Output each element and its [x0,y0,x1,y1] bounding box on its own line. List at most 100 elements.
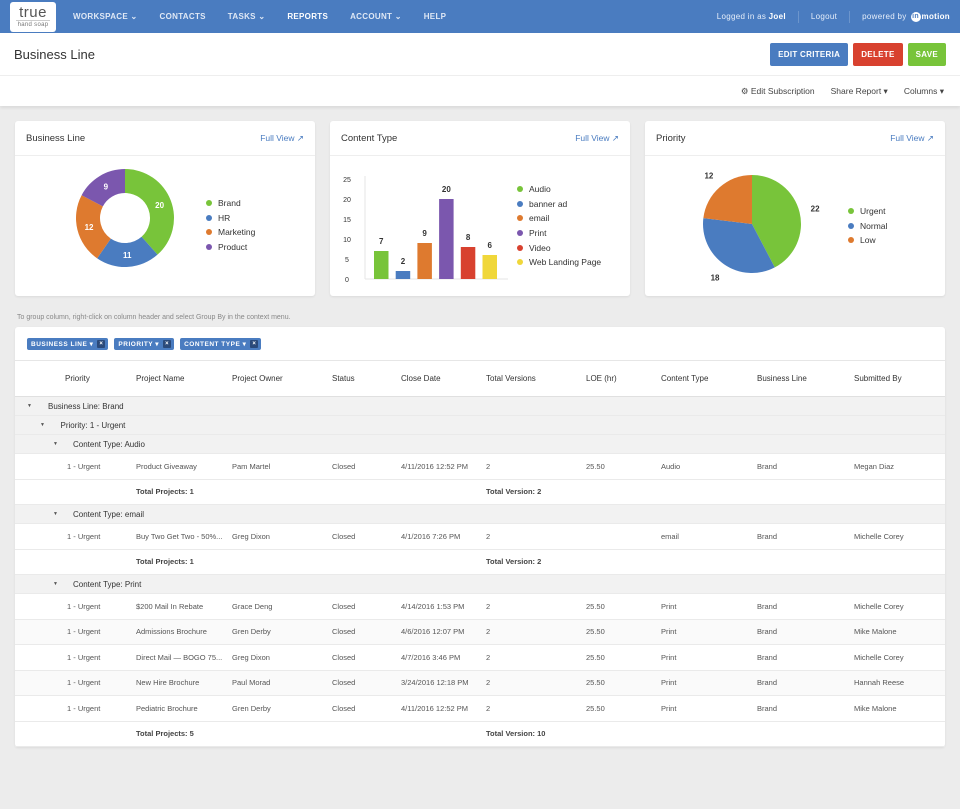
legend-item[interactable]: Product [206,240,255,255]
bar-web-landing-page[interactable] [482,255,498,279]
data-label: 18 [711,273,720,282]
nav-reports[interactable]: REPORTS [287,12,328,21]
nav-workspace[interactable]: WORKSPACE ⌄ [73,12,138,21]
logout-link[interactable]: Logout [811,12,837,21]
column-header-project-owner[interactable]: Project Owner [232,374,283,383]
edit-criteria-button[interactable]: EDIT CRITERIA [770,42,849,66]
bar-email[interactable] [417,243,432,279]
group-row[interactable]: ▼ Content Type: email [15,505,945,524]
bar-print[interactable] [439,199,454,279]
legend-item[interactable]: Print [517,226,601,241]
cell-total-versions: 2 [486,703,491,713]
cell-business-line: Brand [757,703,778,713]
full-view-link[interactable]: Full View ↗ [890,133,934,144]
full-view-link[interactable]: Full View ↗ [575,133,619,144]
column-header-priority[interactable]: Priority [65,374,90,383]
group-row[interactable]: ▼ Content Type: Audio [15,435,945,454]
page-title: Business Line [14,46,95,62]
close-icon[interactable]: × [163,339,172,348]
bar-video[interactable] [460,247,476,279]
legend-item[interactable]: Urgent [848,204,887,219]
table-row[interactable]: 1 - Urgent Product Giveaway Pam Martel Clos… [15,454,945,480]
collapse-caret-icon[interactable]: ▼ [53,581,58,587]
column-header-close-date[interactable]: Close Date [401,374,441,383]
cell-priority: 1 - Urgent [67,531,101,541]
chip-business-line[interactable]: BUSINESS LINE ▾ × [27,337,109,350]
cell-close-date: 4/1/2016 7:26 PM [401,531,461,541]
chip-content-type[interactable]: CONTENT TYPE ▾ × [180,337,262,350]
cell-close-date: 4/6/2016 12:07 PM [401,627,465,637]
collapse-caret-icon[interactable]: ▼ [27,403,32,409]
group-row[interactable]: ▼ Content Type: Print [15,575,945,594]
column-header-submitted-by[interactable]: Submitted By [854,374,902,383]
legend-label: HR [218,212,231,223]
legend-dot-icon [517,259,523,266]
legend-label: Web Landing Page [529,257,602,268]
total-row[interactable]: Total Projects: 5 Total Version: 10 [15,722,945,747]
legend-item[interactable]: Brand [206,196,255,211]
column-header-loe-hr[interactable]: LOE (hr) [586,374,617,383]
divider [849,10,851,23]
group-row[interactable]: ▼ Business Line: Brand [15,397,945,416]
bar-audio[interactable] [374,251,389,279]
table-row[interactable]: 1 - Urgent Direct Mail — BOGO 75... Greg D… [15,645,945,671]
total-row[interactable]: Total Projects: 1 Total Version: 2 [15,550,945,575]
legend-dot-icon [206,229,212,236]
slice-brand[interactable] [125,169,174,255]
content-type-card: Content Type Full View ↗ 0 5 10 15 20 25 7 2 9 20… [330,121,630,296]
logo[interactable]: true hand soap [10,2,56,32]
legend-item[interactable]: banner ad [517,197,601,212]
legend-label: Normal [860,220,888,231]
legend-item[interactable]: Audio [517,182,601,197]
legend-item[interactable]: Marketing [206,225,255,240]
collapse-caret-icon[interactable]: ▼ [40,422,45,428]
table-row[interactable]: 1 - Urgent Pediatric Brochure Gren Derby Cl… [15,696,945,722]
collapse-caret-icon[interactable]: ▼ [53,511,58,517]
close-icon[interactable]: × [97,339,106,348]
legend-item[interactable]: Low [848,233,887,248]
cell-status: Closed [332,461,356,471]
legend-item[interactable]: Web Landing Page [517,255,601,270]
columns-dropdown[interactable]: Columns ▾ [904,86,944,97]
save-button[interactable]: SAVE [907,42,946,66]
edit-subscription-link[interactable]: ⚙ Edit Subscription [741,86,815,97]
close-icon[interactable]: × [250,339,259,348]
chip-priority[interactable]: PRIORITY ▾ × [114,337,175,350]
cell-project-owner: Gren Derby [232,703,271,713]
cell-status: Closed [332,627,356,637]
cell-project-name: New Hire Brochure [136,678,200,688]
table-row[interactable]: 1 - Urgent Buy Two Get Two - 50%... Greg D… [15,524,945,550]
column-header-total-versions[interactable]: Total Versions [486,374,536,383]
column-header-status[interactable]: Status [332,374,355,383]
full-view-link[interactable]: Full View ↗ [260,133,304,144]
collapse-caret-icon[interactable]: ▼ [53,441,58,447]
cell-loe: 25.50 [586,601,605,611]
delete-button[interactable]: DELETE [853,42,903,66]
legend-item[interactable]: Normal [848,219,887,234]
group-label: Business Line: Brand [48,401,124,411]
cell-content-type: email [661,531,679,541]
total-row[interactable]: Total Projects: 1 Total Version: 2 [15,480,945,505]
legend-item[interactable]: Video [517,240,601,255]
table-row[interactable]: 1 - Urgent New Hire Brochure Paul Morad Clo… [15,670,945,696]
chip-label: BUSINESS LINE ▾ [31,340,94,348]
column-header-business-line[interactable]: Business Line [757,374,807,383]
column-header-content-type[interactable]: Content Type [661,374,708,383]
column-header-project-name[interactable]: Project Name [136,374,184,383]
legend-item[interactable]: HR [206,211,255,226]
slice-low[interactable] [703,175,752,224]
data-label: 20 [155,201,164,210]
business-line-donut-chart: 20 11 12 9 [76,169,174,267]
nav-account[interactable]: ACCOUNT ⌄ [350,12,402,21]
nav-tasks[interactable]: TASKS ⌄ [228,12,266,21]
nav-help[interactable]: HELP [424,12,447,21]
nav-contacts[interactable]: CONTACTS [160,12,206,21]
table-row[interactable]: 1 - Urgent Admissions Brochure Gren Derby C… [15,619,945,645]
y-tick-label: 10 [343,237,351,244]
table-row[interactable]: 1 - Urgent $200 Mail In Rebate Grace Deng C… [15,594,945,620]
total-projects: Total Projects: 5 [136,729,194,739]
group-row[interactable]: ▼ Priority: 1 - Urgent [15,416,945,435]
legend-item[interactable]: email [517,211,601,226]
share-report-dropdown[interactable]: Share Report ▾ [831,86,888,97]
bar-banner-ad[interactable] [395,271,411,279]
